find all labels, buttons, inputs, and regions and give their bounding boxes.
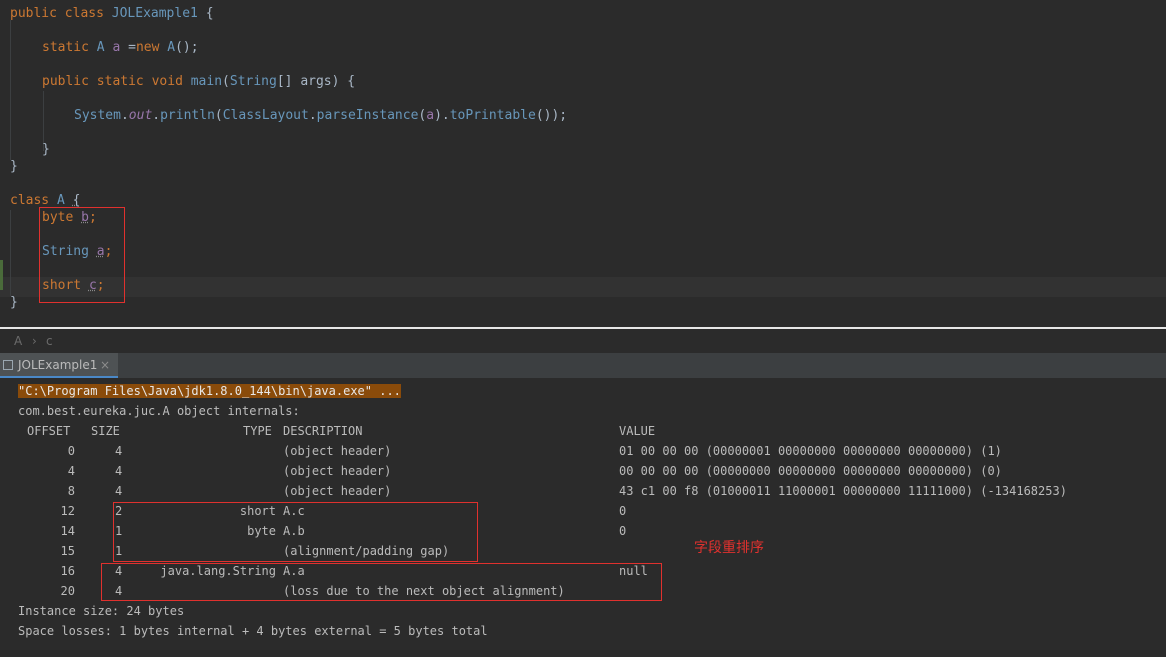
run-tab-bar: JOLExample1 × (0, 353, 1166, 379)
run-tab[interactable]: JOLExample1 × (0, 353, 118, 378)
breadcrumb-field[interactable]: c (46, 329, 53, 353)
code-line-4[interactable]: System.out.println(ClassLayout.parseInst… (74, 106, 567, 126)
value-cell: 0 (619, 524, 627, 538)
value-cell: 0 (619, 504, 627, 518)
run-config-icon (3, 360, 13, 370)
value-cell: 43 c1 00 f8 (01000011 11000001 00000000 … (619, 484, 1067, 498)
indent-guide (10, 210, 11, 296)
indent-guide (10, 20, 11, 160)
change-marker (0, 260, 3, 290)
code-line-11[interactable]: } (10, 293, 18, 313)
console-header-row: OFFSET SIZE TYPE DESCRIPTION VALUE (27, 424, 656, 438)
table-row: 8 4 (object header) 43 c1 00 f8 (01000011 1… (0, 481, 1166, 501)
size-cell: 4 (115, 464, 123, 478)
offset-cell: 15 (60, 544, 75, 558)
reorder-annotation: 字段重排序 (694, 540, 764, 556)
description-cell: (object header) (283, 444, 392, 458)
table-row: 4 4 (object header) 00 00 00 00 (00000000 0… (0, 461, 1166, 481)
code-line-1[interactable]: public class JOLExample1 { (10, 4, 214, 24)
breadcrumb-class[interactable]: A (14, 329, 22, 353)
offset-cell: 20 (60, 584, 75, 598)
instance-size: Instance size: 24 bytes (18, 604, 185, 618)
value-cell: 01 00 00 00 (00000001 00000000 00000000 … (619, 444, 1002, 458)
offset-cell: 12 (60, 504, 75, 518)
value-cell: 00 00 00 00 (00000000 00000000 00000000 … (619, 464, 1002, 478)
current-line-highlight (0, 277, 1166, 297)
size-cell: 4 (115, 444, 123, 458)
table-row: 0 4 (object header) 01 00 00 00 (00000001 0… (0, 441, 1166, 461)
code-editor[interactable]: public class JOLExample1 { static A a =n… (0, 0, 1166, 327)
code-line-6[interactable]: } (10, 157, 18, 177)
offset-cell: 16 (60, 564, 75, 578)
description-cell: (object header) (283, 464, 392, 478)
description-cell: (object header) (283, 484, 392, 498)
breadcrumb: A › c (0, 329, 1166, 353)
console-title: com.best.eureka.juc.A object internals: (18, 404, 300, 418)
offset-cell: 14 (60, 524, 75, 538)
string-field-highlight-box (101, 563, 662, 601)
code-line-3[interactable]: public static void main(String[] args) { (42, 72, 355, 92)
reorder-highlight-box (113, 502, 478, 562)
space-losses: Space losses: 1 bytes internal + 4 bytes… (18, 624, 488, 638)
code-line-5[interactable]: } (42, 140, 50, 160)
breadcrumb-separator: › (32, 334, 37, 348)
offset-cell: 4 (67, 464, 75, 478)
close-icon[interactable]: × (100, 353, 110, 377)
console-command-line: "C:\Program Files\Java\jdk1.8.0_144\bin\… (18, 384, 401, 398)
size-cell: 4 (115, 484, 123, 498)
run-tab-label: JOLExample1 (18, 358, 98, 372)
offset-cell: 0 (67, 444, 75, 458)
fields-highlight-box (39, 207, 125, 303)
code-line-2[interactable]: static A a =new A(); (42, 38, 199, 58)
offset-cell: 8 (67, 484, 75, 498)
